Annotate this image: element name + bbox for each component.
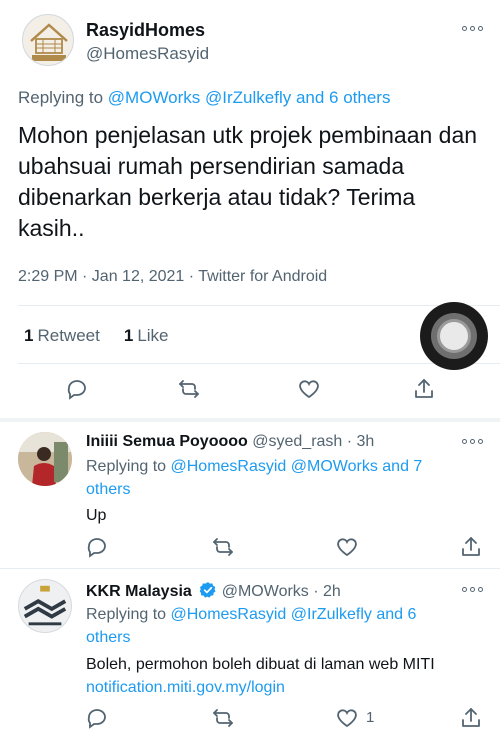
tweet-text: Mohon penjelasan utk projek pembinaan da… bbox=[18, 122, 478, 241]
avatar[interactable] bbox=[18, 432, 72, 486]
replying-prefix: Replying to bbox=[86, 606, 167, 623]
more-options-icon[interactable] bbox=[462, 439, 484, 447]
share-icon[interactable] bbox=[458, 534, 484, 560]
reply-action-bar bbox=[0, 534, 500, 564]
avatar[interactable] bbox=[18, 579, 72, 633]
avatar[interactable] bbox=[22, 14, 74, 66]
replying-to: Replying to @MOWorks @IrZulkefly and 6 o… bbox=[18, 88, 390, 108]
like-stat[interactable]: 1 Like bbox=[124, 326, 169, 346]
reply-link[interactable]: notification.miti.gov.my/login bbox=[86, 676, 486, 699]
kkr-logo-icon bbox=[19, 580, 71, 632]
divider bbox=[18, 363, 500, 364]
comment-icon[interactable] bbox=[84, 705, 110, 731]
author-name[interactable]: RasyidHomes bbox=[86, 20, 205, 41]
author-handle[interactable]: @HomesRasyid bbox=[86, 44, 209, 64]
reply-handle-time[interactable]: @syed_rash · 3h bbox=[252, 433, 374, 450]
comment-icon[interactable] bbox=[84, 534, 110, 560]
more-options-icon[interactable] bbox=[462, 587, 484, 595]
heart-icon[interactable] bbox=[334, 534, 360, 560]
assistive-touch-core bbox=[437, 319, 471, 353]
retweet-icon[interactable] bbox=[176, 376, 202, 402]
heart-icon[interactable] bbox=[296, 376, 322, 402]
tweet-meta[interactable]: 2:29 PM · Jan 12, 2021 · Twitter for And… bbox=[18, 268, 327, 286]
replying-to: Replying to @HomesRasyid @MOWorks and 7 … bbox=[86, 455, 456, 501]
profile-photo-icon bbox=[18, 432, 72, 486]
like-count: 1 bbox=[123, 326, 134, 345]
verified-badge-icon bbox=[200, 582, 216, 598]
replying-prefix: Replying to bbox=[18, 88, 104, 107]
reply-text: Up bbox=[86, 507, 107, 524]
share-icon[interactable] bbox=[411, 376, 437, 402]
divider bbox=[18, 305, 500, 306]
assistive-touch-ring bbox=[431, 313, 477, 359]
replying-targets[interactable]: @MOWorks @IrZulkefly and 6 others bbox=[108, 88, 391, 107]
reply-action-bar: 1 bbox=[0, 705, 500, 735]
reply-tweet[interactable]: KKR Malaysia @MOWorks · 2h Replying to @… bbox=[0, 569, 500, 743]
main-action-bar bbox=[0, 376, 500, 406]
replying-prefix: Replying to bbox=[86, 458, 167, 475]
replying-to: Replying to @HomesRasyid @IrZulkefly and… bbox=[86, 603, 456, 649]
retweet-icon[interactable] bbox=[210, 534, 236, 560]
reply-author-name[interactable]: KKR Malaysia bbox=[86, 583, 192, 600]
house-logo-icon bbox=[30, 23, 68, 61]
heart-icon[interactable] bbox=[334, 705, 360, 731]
reply-body: Boleh, permohon boleh dibuat di laman we… bbox=[86, 656, 435, 673]
more-options-icon[interactable] bbox=[462, 26, 484, 34]
like-label: Like bbox=[137, 326, 169, 345]
like-count: 1 bbox=[366, 709, 375, 726]
assistive-touch-icon[interactable] bbox=[420, 302, 488, 370]
comment-icon[interactable] bbox=[64, 376, 90, 402]
reply-header: Iniiii Semua Poyoooo @syed_rash · 3h bbox=[86, 433, 374, 451]
share-icon[interactable] bbox=[458, 705, 484, 731]
retweet-stat[interactable]: 1 Retweet bbox=[24, 326, 100, 346]
retweet-count: 1 bbox=[24, 326, 34, 345]
reply-tweet[interactable]: Iniiii Semua Poyoooo @syed_rash · 3h Rep… bbox=[0, 422, 500, 568]
reply-handle-time[interactable]: @MOWorks · 2h bbox=[222, 583, 341, 600]
main-tweet: RasyidHomes @HomesRasyid Replying to @MO… bbox=[0, 0, 500, 418]
reply-author-name[interactable]: Iniiii Semua Poyoooo bbox=[86, 433, 248, 450]
reply-header: KKR Malaysia @MOWorks · 2h bbox=[86, 581, 341, 601]
retweet-label: Retweet bbox=[37, 326, 100, 345]
retweet-icon[interactable] bbox=[210, 705, 236, 731]
reply-text: Boleh, permohon boleh dibuat di laman we… bbox=[86, 653, 486, 699]
engagement-stats: 1 Retweet 1 Like bbox=[24, 326, 169, 346]
